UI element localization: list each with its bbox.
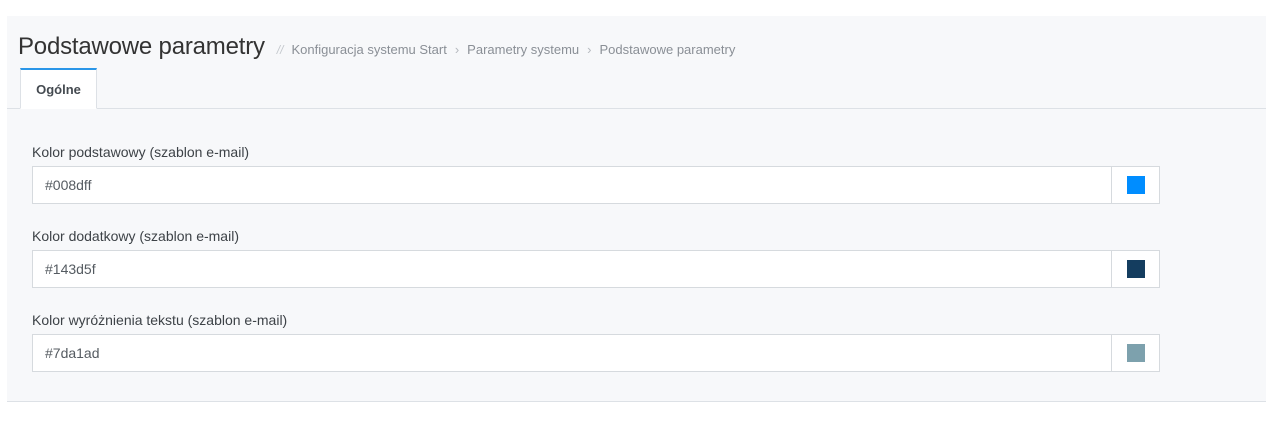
highlight-color-input-group xyxy=(32,334,1160,372)
secondary-color-input-group xyxy=(32,250,1160,288)
breadcrumb: // Konfiguracja systemu Start › Parametr… xyxy=(277,42,736,57)
field-label-primary-color: Kolor podstawowy (szablon e-mail) xyxy=(32,144,250,160)
tabs-bar: Ogólne xyxy=(7,68,1266,109)
tab-general[interactable]: Ogólne xyxy=(20,68,97,109)
primary-color-input-group xyxy=(32,166,1160,204)
breadcrumb-separator: // xyxy=(276,43,284,57)
secondary-color-picker-button[interactable] xyxy=(1111,251,1159,287)
breadcrumb-item-system-parameters[interactable]: Parametry systemu xyxy=(467,42,579,57)
color-swatch-icon xyxy=(1126,176,1145,194)
page-header: Podstawowe parametry // Konfiguracja sys… xyxy=(18,33,735,61)
secondary-color-input[interactable] xyxy=(33,251,1111,287)
field-label-highlight-color: Kolor wyróżnienia tekstu (szablon e-mail… xyxy=(32,312,288,328)
highlight-color-picker-button[interactable] xyxy=(1111,335,1159,371)
color-swatch-icon xyxy=(1126,260,1145,278)
field-label-secondary-color: Kolor dodatkowy (szablon e-mail) xyxy=(32,228,239,244)
chevron-right-icon: › xyxy=(454,42,460,57)
chevron-right-icon: › xyxy=(587,42,592,57)
color-swatch-icon xyxy=(1126,344,1145,362)
page-title: Podstawowe parametry xyxy=(18,33,265,60)
breadcrumb-item-basic-parameters: Podstawowe parametry xyxy=(599,42,736,57)
breadcrumb-item-system-config[interactable]: Konfiguracja systemu Start xyxy=(291,42,446,57)
primary-color-input[interactable] xyxy=(33,167,1111,203)
highlight-color-input[interactable] xyxy=(33,335,1111,371)
primary-color-picker-button[interactable] xyxy=(1111,167,1159,203)
settings-panel: Podstawowe parametry // Konfiguracja sys… xyxy=(7,16,1266,402)
